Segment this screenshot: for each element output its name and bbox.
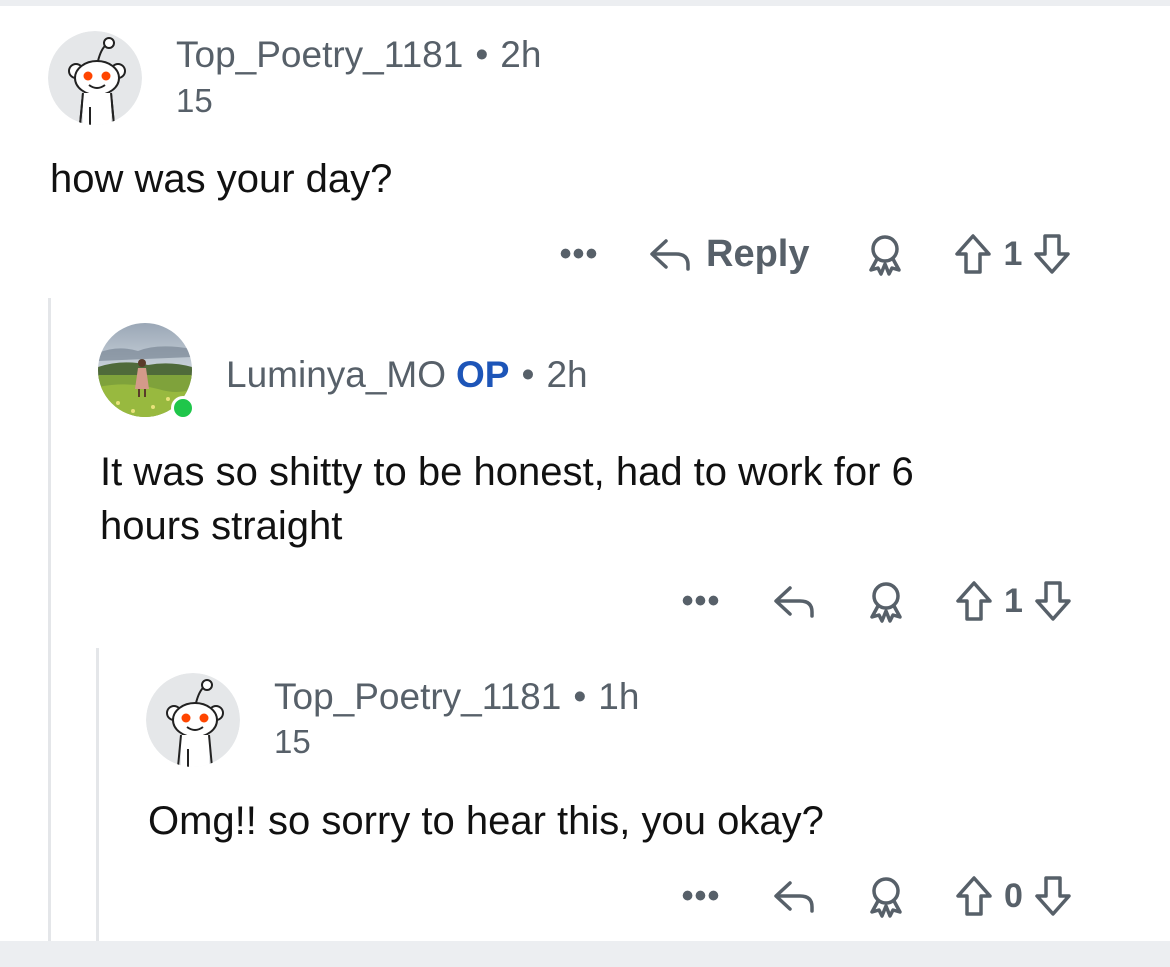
reply-button[interactable] [772, 877, 816, 915]
comment-meta: Top_Poetry_1181 • 1h [274, 676, 639, 718]
upvote-button[interactable] [953, 232, 993, 276]
vote-score: 1 [1004, 581, 1023, 620]
meta-separator: • [475, 34, 489, 75]
upvote-arrow-icon [956, 876, 992, 916]
comment-body-line: It was so shitty to be honest, had to wo… [100, 450, 914, 494]
reply-icon [774, 881, 814, 913]
bottom-separator [0, 941, 1170, 967]
more-options-button[interactable]: ••• [560, 237, 599, 271]
op-badge: OP [456, 354, 510, 395]
comment-actions: ••• 0 [678, 871, 1073, 921]
award-button[interactable] [864, 874, 908, 918]
reply-icon [774, 586, 814, 618]
vote-score: 0 [1004, 876, 1023, 915]
reply-button[interactable] [772, 582, 816, 620]
meta-separator: • [573, 676, 587, 717]
reply-icon [650, 239, 690, 271]
avatar[interactable] [146, 673, 240, 767]
comment-meta: Top_Poetry_1181 • 2h [176, 34, 541, 76]
upvote-button[interactable] [954, 874, 994, 918]
upvote-arrow-icon [956, 581, 992, 621]
downvote-button[interactable] [1033, 579, 1073, 623]
timestamp: 1h [598, 676, 640, 717]
award-icon [869, 235, 902, 276]
more-options-button[interactable]: ••• [682, 879, 721, 913]
downvote-button[interactable] [1033, 874, 1073, 918]
author-name[interactable]: Top_Poetry_1181 [176, 34, 463, 75]
author-name[interactable]: Top_Poetry_1181 [274, 676, 561, 717]
online-status-indicator [171, 396, 195, 420]
vote-score: 1 [1003, 234, 1023, 273]
downvote-arrow-icon [1035, 876, 1071, 916]
reply-label: Reply [706, 232, 810, 275]
award-icon [870, 582, 902, 623]
downvote-arrow-icon [1034, 234, 1071, 274]
author-name[interactable]: Luminya_MO [226, 354, 446, 395]
avatar[interactable] [48, 31, 142, 125]
timestamp: 2h [546, 354, 588, 395]
upvote-arrow-icon [955, 234, 992, 274]
user-flair: 15 [274, 723, 311, 760]
comment-actions: ••• Reply 1 [556, 229, 1072, 279]
more-options-button[interactable]: ••• [682, 584, 721, 618]
timestamp: 2h [500, 34, 542, 75]
user-flair: 15 [176, 82, 213, 119]
comment-meta: Luminya_MO OP • 2h [226, 354, 588, 396]
award-button[interactable] [864, 579, 908, 623]
reddit-snoo-icon [48, 31, 142, 125]
top-separator [0, 0, 1170, 6]
comment-body: how was your day? [50, 157, 393, 201]
reddit-snoo-icon [146, 673, 240, 767]
comment-body-line: hours straight [100, 504, 343, 548]
reply-button[interactable]: Reply [648, 233, 809, 276]
thread-line-level-2[interactable] [96, 648, 99, 941]
comment-body: It was so shitty to be honest, had to wo… [100, 445, 914, 553]
award-button[interactable] [863, 232, 907, 276]
comment-body: Omg!! so sorry to hear this, you okay? [148, 799, 824, 843]
downvote-button[interactable] [1032, 232, 1072, 276]
award-icon [870, 877, 902, 918]
meta-separator: • [521, 354, 535, 395]
downvote-arrow-icon [1035, 581, 1071, 621]
comment-actions: ••• 1 [678, 576, 1073, 626]
upvote-button[interactable] [954, 579, 994, 623]
thread-line-level-1[interactable] [48, 298, 51, 941]
